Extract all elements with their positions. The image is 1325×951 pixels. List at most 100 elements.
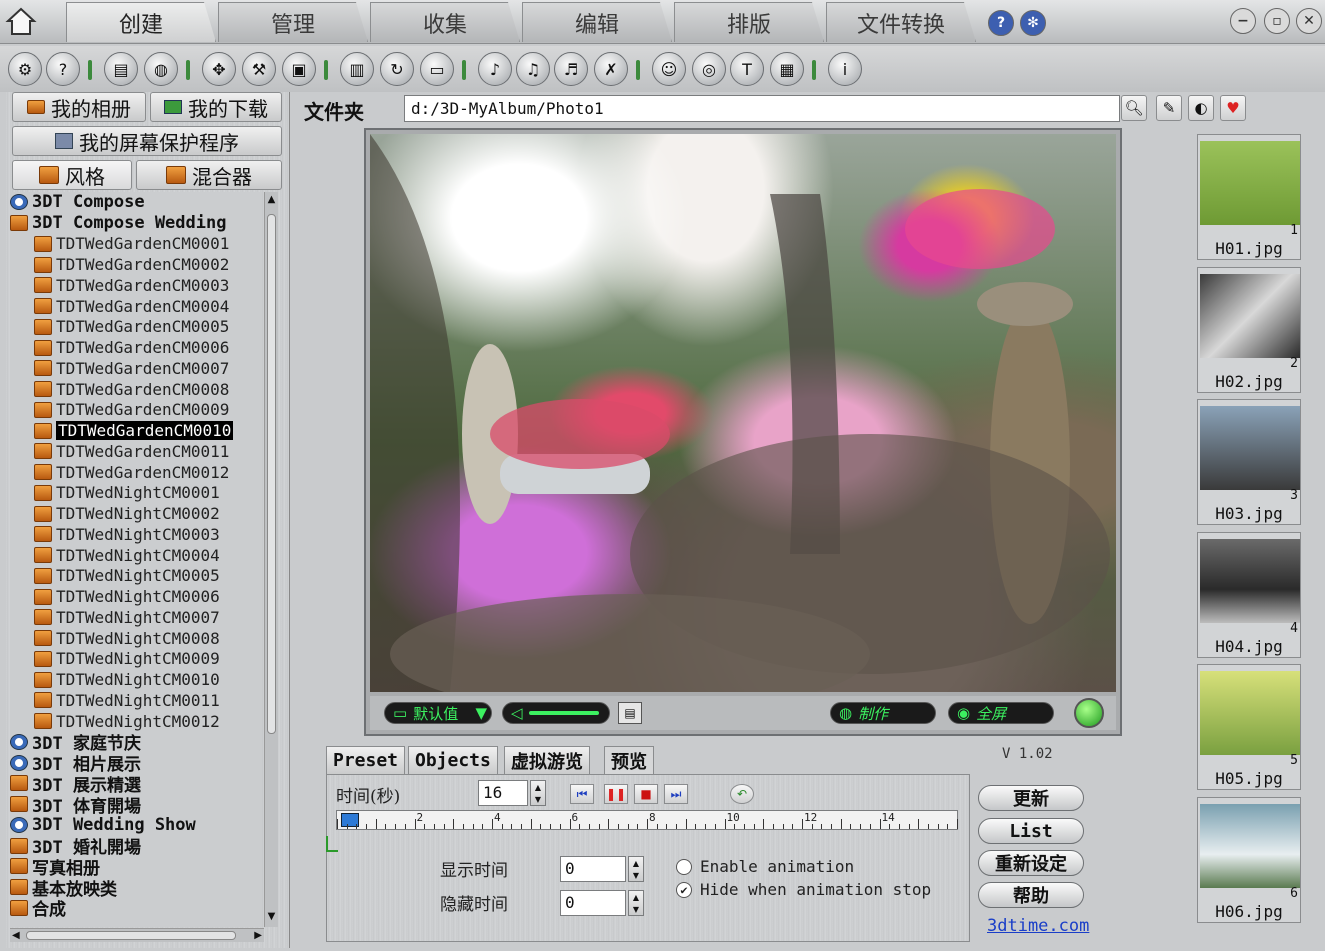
notes-icon[interactable]: ▤ <box>618 702 642 724</box>
tab-mixer[interactable]: 混合器 <box>136 160 282 190</box>
stop-icon[interactable]: ■ <box>634 784 658 804</box>
tree-item[interactable]: TDTWedGardenCM0004 <box>34 296 229 317</box>
tree-item[interactable]: TDTWedGardenCM0006 <box>34 337 229 358</box>
help-icon[interactable]: ? <box>988 10 1014 36</box>
heart-icon[interactable]: ♥ <box>1220 95 1246 121</box>
photo-thumbnail[interactable]: 3 H03.jpg <box>1197 399 1301 525</box>
tree-horizontal-scrollbar[interactable]: ◀ ▶ <box>10 928 264 942</box>
screensaver-button[interactable]: 我的屏幕保护程序 <box>12 126 282 156</box>
folder-icon[interactable]: ▭ <box>420 52 454 86</box>
tree-item[interactable]: TDTWedGardenCM0010 <box>34 420 234 441</box>
photo-thumbnail[interactable]: 2 H02.jpg <box>1197 266 1301 393</box>
tab-file-convert[interactable]: 文件转换 <box>826 2 976 42</box>
text-icon[interactable]: T <box>730 52 764 86</box>
tree-item[interactable]: TDTWedNightCM0003 <box>34 524 220 545</box>
music-edit-icon[interactable]: ♬ <box>554 52 588 86</box>
tree-item[interactable]: TDTWedNightCM0001 <box>34 483 220 504</box>
tree-item[interactable]: TDTWedNightCM0008 <box>34 628 220 649</box>
photo-thumbnail[interactable]: 5 H05.jpg <box>1197 664 1301 790</box>
list-button[interactable]: List <box>978 818 1084 844</box>
film-icon[interactable]: ▥ <box>340 52 374 86</box>
settings-icon[interactable]: ⚙ <box>8 52 42 86</box>
tab-create[interactable]: 创建 <box>66 2 216 42</box>
radio-unchecked[interactable] <box>676 858 692 875</box>
tree-item[interactable]: TDTWedGardenCM0002 <box>34 254 229 275</box>
tree-category[interactable]: 合成 <box>10 898 66 920</box>
tree-item[interactable]: TDTWedNightCM0002 <box>34 503 220 524</box>
timeline-ruler[interactable]: 2 4 6 8 10 12 14 <box>336 810 958 830</box>
run-indicator[interactable] <box>1074 698 1104 728</box>
music-delete-icon[interactable]: ✗ <box>594 52 628 86</box>
tree-item[interactable]: TDTWedNightCM0010 <box>34 669 220 690</box>
photo-thumbnail[interactable]: 6 H06.jpg <box>1197 796 1301 923</box>
tree-item[interactable]: TDTWedGardenCM0012 <box>34 462 229 483</box>
tree-item[interactable]: TDTWedGardenCM0001 <box>34 234 229 255</box>
minimize-icon[interactable]: − <box>1230 8 1256 34</box>
music-add-icon[interactable]: ♫ <box>516 52 550 86</box>
user-icon[interactable]: ☺ <box>652 52 686 86</box>
close-icon[interactable]: ✕ <box>1296 8 1322 34</box>
music-icon[interactable]: ♪ <box>478 52 512 86</box>
my-album-button[interactable]: 我的相册 <box>12 92 146 122</box>
fullscreen-button[interactable]: ◉ 全屏 <box>948 702 1054 724</box>
scroll-left-icon[interactable]: ◀ <box>12 930 20 941</box>
tab-layout[interactable]: 排版 <box>674 2 824 42</box>
palette-icon[interactable]: ◐ <box>1188 95 1214 121</box>
my-download-button[interactable]: 我的下载 <box>150 92 282 122</box>
tree-item[interactable]: TDTWedGardenCM0011 <box>34 441 229 462</box>
tab-style[interactable]: 风格 <box>12 160 132 190</box>
default-select[interactable]: ▭ 默认值 ▼ <box>384 702 492 724</box>
tab-preset[interactable]: Preset <box>326 746 406 774</box>
tree-item[interactable]: TDTWedGardenCM0005 <box>34 317 229 338</box>
tab-objects[interactable]: Objects <box>408 746 498 774</box>
tree-item[interactable]: TDTWedGardenCM0007 <box>34 358 229 379</box>
move-icon[interactable]: ✥ <box>202 52 236 86</box>
tree-item[interactable]: TDTWedNightCM0004 <box>34 545 220 566</box>
refresh-icon[interactable]: ↻ <box>380 52 414 86</box>
update-button[interactable]: 更新 <box>978 785 1084 811</box>
scroll-thumb[interactable] <box>267 214 276 734</box>
help-icon[interactable]: ? <box>46 52 80 86</box>
hide-time-input[interactable]: 0 <box>560 890 626 916</box>
undo-icon[interactable]: ↶ <box>730 784 754 804</box>
tree-item[interactable]: TDTWedNightCM0011 <box>34 690 220 711</box>
check-icon[interactable]: ✔ <box>676 881 692 898</box>
chat-icon[interactable]: ◎ <box>692 52 726 86</box>
tab-collect[interactable]: 收集 <box>370 2 520 42</box>
tree-category[interactable]: 3DT 体育開場 <box>10 794 141 817</box>
scroll-up-icon[interactable]: ▲ <box>266 194 277 208</box>
tree-category[interactable]: 3DT Compose Wedding <box>10 213 226 234</box>
rewind-icon[interactable]: ⏮︎ <box>570 784 594 804</box>
search-icon[interactable]: 🔍︎ <box>1121 95 1147 121</box>
enable-animation-option[interactable]: Enable animation <box>676 857 854 876</box>
time-input[interactable]: 16 <box>478 780 528 806</box>
hide-time-stepper[interactable]: ▲ ▼ <box>628 890 644 916</box>
album-icon[interactable]: ▤ <box>104 52 138 86</box>
hscroll-thumb[interactable] <box>26 931 236 940</box>
tree-item[interactable]: TDTWedGardenCM0003 <box>34 275 229 296</box>
fast-forward-icon[interactable]: ⏭︎ <box>664 784 688 804</box>
pause-icon[interactable]: ❚❚ <box>604 784 628 804</box>
photo-thumbnail[interactable]: 1 H01.jpg <box>1197 134 1301 260</box>
folder-path-input[interactable]: d:/3D-MyAlbum/Photo1 <box>404 95 1120 122</box>
help-button[interactable]: 帮助 <box>978 882 1084 908</box>
make-button[interactable]: ◍ 制作 <box>830 702 936 724</box>
website-link[interactable]: 3dtime.com <box>987 916 1089 936</box>
photo-icon[interactable]: ▣ <box>282 52 316 86</box>
style-tree[interactable]: 3DT Compose 3DT Compose Wedding TDTWedGard… <box>10 192 262 927</box>
show-time-stepper[interactable]: ▲ ▼ <box>628 856 644 882</box>
tree-item[interactable]: TDTWedNightCM0007 <box>34 607 220 628</box>
scroll-down-icon[interactable]: ▼ <box>266 911 277 925</box>
tree-item[interactable]: TDTWedNightCM0006 <box>34 586 220 607</box>
tree-item[interactable]: TDTWedGardenCM0008 <box>34 379 229 400</box>
tab-manage[interactable]: 管理 <box>218 2 368 42</box>
tab-preview[interactable]: 预览 <box>604 746 654 774</box>
scroll-right-icon[interactable]: ▶ <box>254 930 262 941</box>
tree-item[interactable]: TDTWedNightCM0009 <box>34 649 220 670</box>
tools-icon[interactable]: ⚒ <box>242 52 276 86</box>
reset-button[interactable]: 重新设定 <box>978 850 1084 876</box>
show-time-input[interactable]: 0 <box>560 856 626 882</box>
photo-thumbnail[interactable]: 4 H04.jpg <box>1197 531 1301 658</box>
tab-virtual-tour[interactable]: 虚拟游览 <box>504 746 590 774</box>
globe-icon[interactable]: ◍ <box>144 52 178 86</box>
